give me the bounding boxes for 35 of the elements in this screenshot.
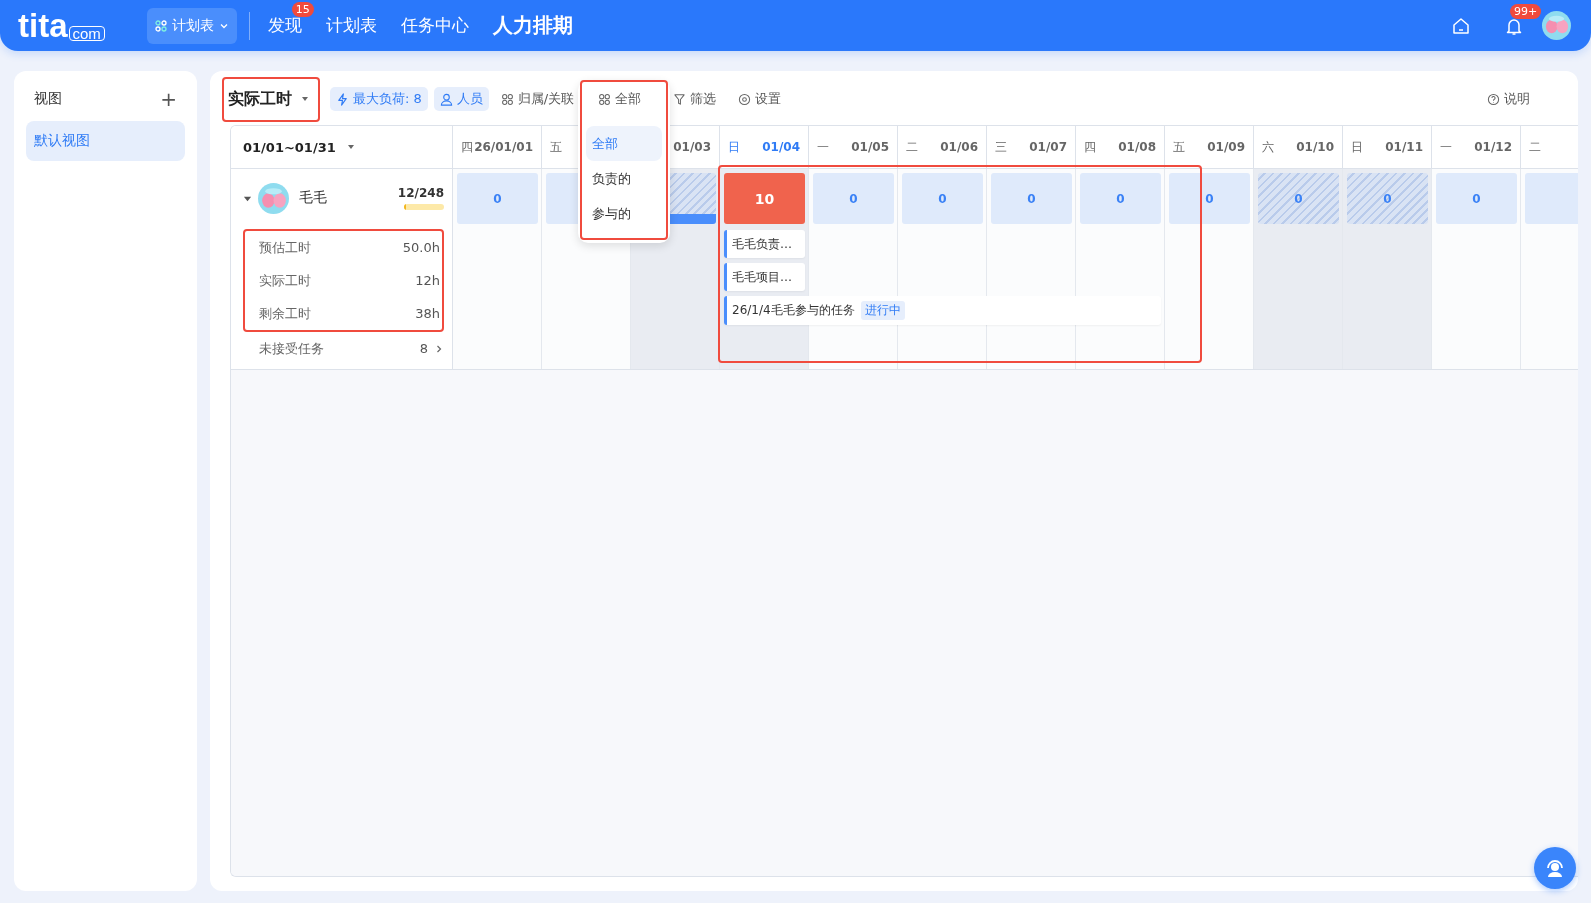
- weekday-label: 五: [1173, 138, 1185, 156]
- date-label: 01/05: [851, 140, 889, 154]
- status-tag: 进行中: [860, 301, 905, 320]
- weekday-label: 四: [461, 138, 473, 156]
- weekday-label: 二: [1529, 138, 1541, 156]
- weekday-label: 一: [1440, 138, 1452, 156]
- weekday-label: 三: [995, 138, 1007, 156]
- stat-label: 预估工时: [259, 238, 311, 257]
- weekday-label: 日: [728, 138, 740, 156]
- date-label: 01/06: [940, 140, 978, 154]
- weekday-label: 二: [906, 138, 918, 156]
- date-label: 01/07: [1029, 140, 1067, 154]
- date-label: 01/08: [1118, 140, 1156, 154]
- stat-value: 12h: [415, 273, 440, 288]
- count-badge: 99+: [1510, 3, 1542, 19]
- weekday-label: 四: [1084, 138, 1096, 156]
- date-label: 01/11: [1385, 140, 1423, 154]
- stat-label: 剩余工时: [259, 304, 311, 323]
- weekday-label: 六: [1262, 138, 1274, 156]
- stat-value: 50.0h: [402, 240, 440, 255]
- stat-label: 实际工时: [259, 271, 311, 290]
- weekday-label: 一: [817, 138, 829, 156]
- date-label: 01/09: [1207, 140, 1245, 154]
- load-count: 12/248: [397, 186, 444, 200]
- person-name: 毛毛: [299, 189, 327, 207]
- date-label: 01/03: [673, 140, 711, 154]
- date-label: 01/12: [1474, 140, 1512, 154]
- weekday-label: 日: [1351, 138, 1363, 156]
- date-label: 01/04: [762, 140, 800, 154]
- count-badge: 15: [291, 2, 314, 17]
- weekday-label: 五: [550, 138, 562, 156]
- date-label: 01/10: [1296, 140, 1334, 154]
- stat-value: 38h: [415, 306, 440, 321]
- sidebar-title: 视图: [34, 90, 62, 108]
- date-label: 26/01/01: [474, 140, 533, 154]
